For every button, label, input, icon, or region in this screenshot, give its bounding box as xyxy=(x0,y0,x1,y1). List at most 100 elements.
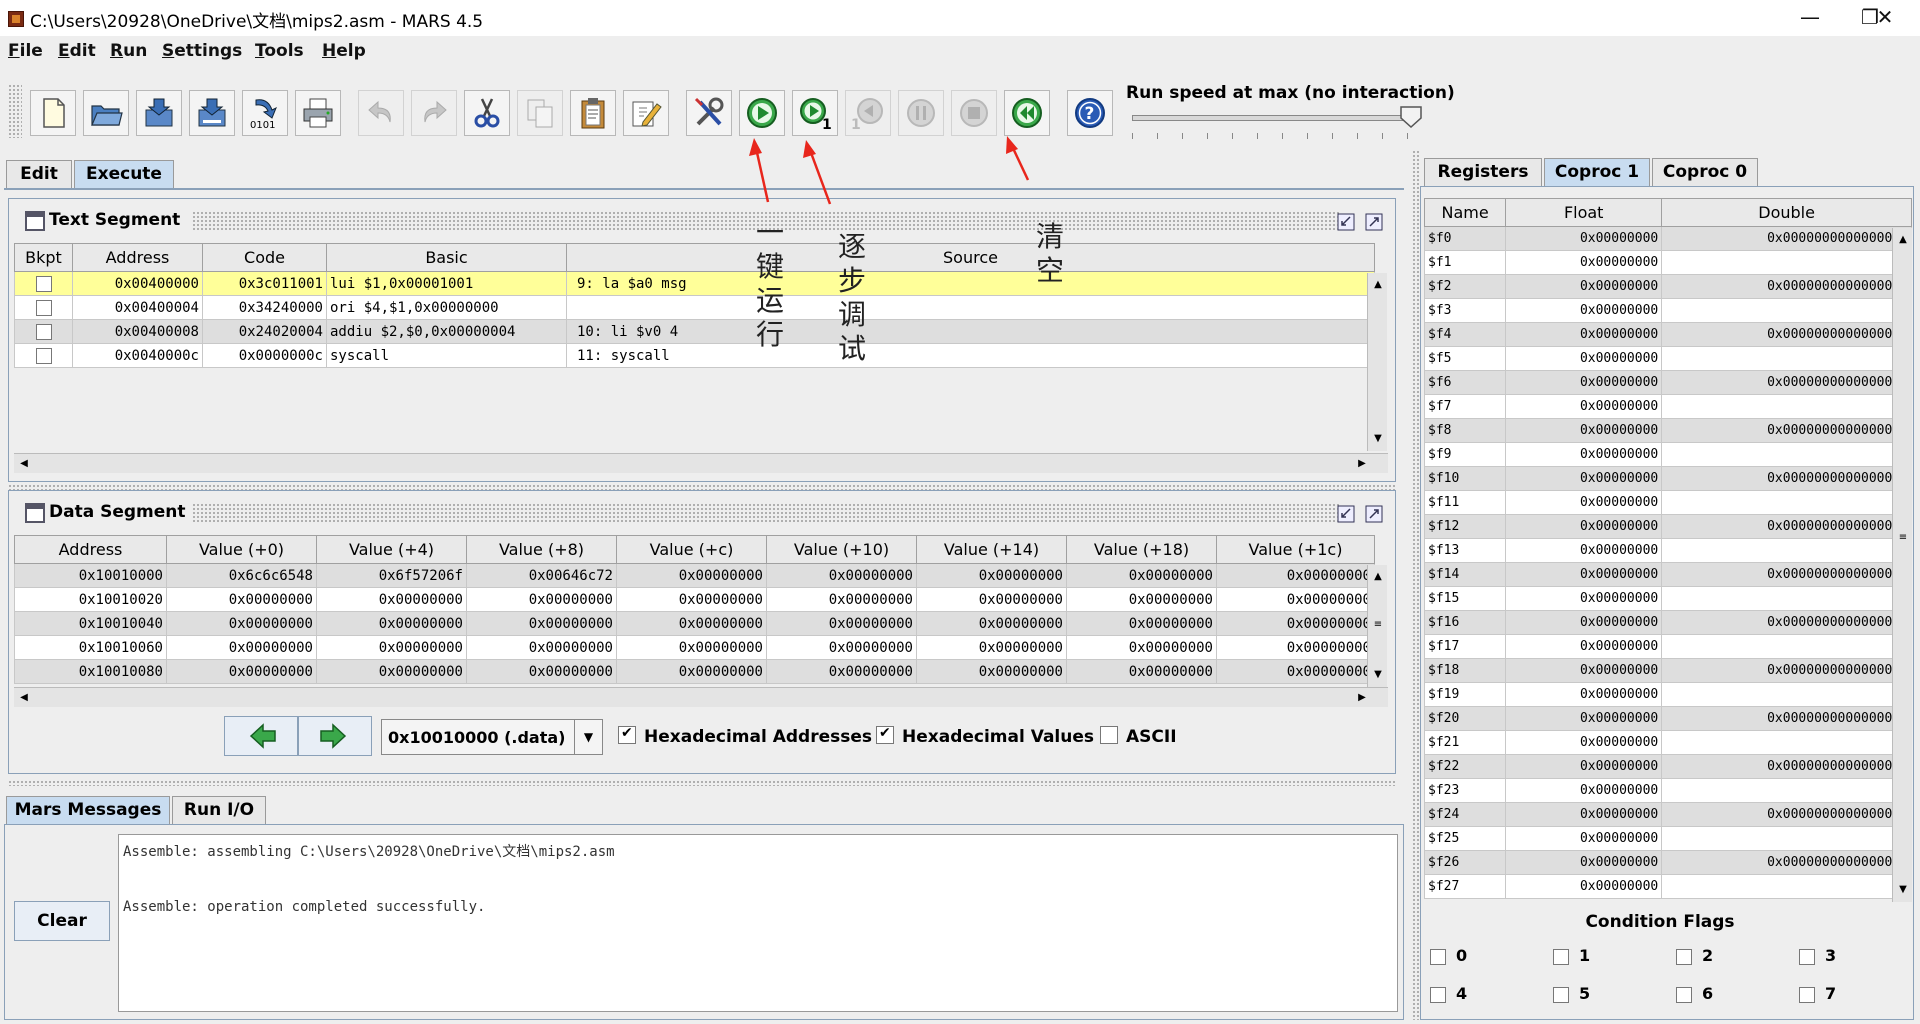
value-cell[interactable]: 0x00000000 xyxy=(316,611,467,636)
table-row[interactable]: $f8 0x00000000 0x0000000000000000 xyxy=(1423,418,1912,443)
vertical-splitter-grip[interactable] xyxy=(1412,150,1420,1020)
value-cell[interactable]: 0x00000000 xyxy=(1066,635,1217,660)
table-row[interactable]: $f11 0x00000000 xyxy=(1423,490,1912,515)
scroll-up-icon[interactable]: ▲ xyxy=(1368,275,1388,295)
save-as-button[interactable] xyxy=(189,90,235,136)
scroll-down-icon[interactable]: ▼ xyxy=(1368,665,1388,685)
undo-button[interactable] xyxy=(358,90,404,136)
chevron-down-icon[interactable]: ▼ xyxy=(574,720,602,754)
maximize-panel-icon[interactable] xyxy=(1365,505,1383,523)
register-float-cell[interactable]: 0x00000000 xyxy=(1505,730,1663,755)
register-double-cell[interactable]: 0x0000000000000000 xyxy=(1661,658,1912,683)
value-cell[interactable]: 0x00000000 xyxy=(166,611,317,636)
register-double-cell[interactable] xyxy=(1661,826,1912,851)
register-float-cell[interactable]: 0x00000000 xyxy=(1505,250,1663,275)
table-row[interactable]: $f4 0x00000000 0x0000000000000000 xyxy=(1423,322,1912,347)
value-cell[interactable]: 0x00000000 xyxy=(1216,635,1375,660)
register-float-cell[interactable]: 0x00000000 xyxy=(1505,490,1663,515)
value-cell[interactable]: 0x00000000 xyxy=(916,659,1067,684)
register-double-cell[interactable]: 0x0000000000000000 xyxy=(1661,226,1912,251)
table-row[interactable]: $f17 0x00000000 xyxy=(1423,634,1912,659)
col-name[interactable]: Name xyxy=(1423,198,1507,227)
toolbar-grip[interactable] xyxy=(8,84,22,138)
value-cell[interactable]: 0x00000000 xyxy=(766,635,917,660)
tab-mars-messages[interactable]: Mars Messages xyxy=(6,796,170,824)
breakpoint-checkbox[interactable] xyxy=(35,275,52,292)
table-row[interactable]: 0x10010020 0x00000000 0x00000000 0x00000000… xyxy=(14,587,1375,612)
value-cell[interactable]: 0x00000000 xyxy=(466,587,617,612)
minimize-panel-icon[interactable] xyxy=(1337,213,1355,231)
assemble-button[interactable] xyxy=(686,90,732,136)
table-row[interactable]: $f27 0x00000000 xyxy=(1423,874,1912,899)
scroll-right-icon[interactable]: ▶ xyxy=(1352,688,1372,708)
register-double-cell[interactable]: 0x0000000000000000 xyxy=(1661,562,1912,587)
table-row[interactable]: $f15 0x00000000 xyxy=(1423,586,1912,611)
value-cell[interactable]: 0x00000000 xyxy=(1066,587,1217,612)
register-double-cell[interactable]: 0x0000000000000000 xyxy=(1661,610,1912,635)
table-row[interactable]: $f16 0x00000000 0x0000000000000000 xyxy=(1423,610,1912,635)
table-row[interactable]: $f1 0x00000000 xyxy=(1423,250,1912,275)
value-cell[interactable]: 0x00000000 xyxy=(166,635,317,660)
value-cell[interactable]: 0x6c6c6548 xyxy=(166,563,317,588)
register-double-cell[interactable]: 0x0000000000000000 xyxy=(1661,514,1912,539)
col-value-1c[interactable]: Value (+1c) xyxy=(1216,535,1375,564)
value-cell[interactable]: 0x00646c72 xyxy=(466,563,617,588)
tab-coproc1[interactable]: Coproc 1 xyxy=(1544,158,1650,186)
register-float-cell[interactable]: 0x00000000 xyxy=(1505,562,1663,587)
run-speed-slider-track[interactable] xyxy=(1132,115,1412,121)
register-double-cell[interactable]: 0x0000000000000000 xyxy=(1661,850,1912,875)
ascii-option[interactable]: ASCII xyxy=(1100,726,1177,747)
hex-values-option[interactable]: Hexadecimal Values xyxy=(876,725,1094,747)
table-row[interactable]: $f20 0x00000000 0x0000000000000000 xyxy=(1423,706,1912,731)
table-row[interactable]: $f9 0x00000000 xyxy=(1423,442,1912,467)
value-cell[interactable]: 0x00000000 xyxy=(766,587,917,612)
register-double-cell[interactable] xyxy=(1661,250,1912,275)
value-cell[interactable]: 0x00000000 xyxy=(916,587,1067,612)
register-float-cell[interactable]: 0x00000000 xyxy=(1505,778,1663,803)
scroll-down-icon[interactable]: ▼ xyxy=(1893,880,1913,900)
value-cell[interactable]: 0x00000000 xyxy=(616,587,767,612)
scroll-grip-icon[interactable]: ≡ xyxy=(1893,528,1913,548)
value-cell[interactable]: 0x00000000 xyxy=(616,635,767,660)
col-address[interactable]: Address xyxy=(72,243,203,272)
register-float-cell[interactable]: 0x00000000 xyxy=(1505,706,1663,731)
condition-flag[interactable]: 3 xyxy=(1799,946,1836,965)
register-double-cell[interactable] xyxy=(1661,634,1912,659)
table-row[interactable]: $f10 0x00000000 0x0000000000000000 xyxy=(1423,466,1912,491)
hex-values-checkbox[interactable] xyxy=(876,725,894,744)
value-cell[interactable]: 0x00000000 xyxy=(1066,611,1217,636)
condition-flag-checkbox[interactable] xyxy=(1799,948,1815,965)
condition-flag-checkbox[interactable] xyxy=(1676,986,1692,1003)
table-row[interactable]: 0x00400008 0x24020004 addiu $2,$0,0x0000… xyxy=(14,319,1375,344)
cut-button[interactable] xyxy=(464,90,510,136)
menu-settings[interactable]: Settings xyxy=(162,41,242,61)
condition-flag-checkbox[interactable] xyxy=(1553,948,1569,965)
menu-edit[interactable]: Edit xyxy=(58,41,96,61)
table-row[interactable]: $f0 0x00000000 0x0000000000000000 xyxy=(1423,226,1912,251)
table-row[interactable]: 0x10010040 0x00000000 0x00000000 0x00000000… xyxy=(14,611,1375,636)
text-segment-vscrollbar[interactable]: ▲ ▼ xyxy=(1367,273,1387,451)
ascii-checkbox[interactable] xyxy=(1100,726,1118,744)
register-double-cell[interactable] xyxy=(1661,538,1912,563)
register-double-cell[interactable]: 0x0000000000000000 xyxy=(1661,322,1912,347)
value-cell[interactable]: 0x00000000 xyxy=(466,635,617,660)
value-cell[interactable]: 0x00000000 xyxy=(166,587,317,612)
value-cell[interactable]: 0x00000000 xyxy=(766,659,917,684)
value-cell[interactable]: 0x00000000 xyxy=(1216,563,1375,588)
breakpoint-checkbox[interactable] xyxy=(35,347,52,364)
scroll-left-icon[interactable]: ◀ xyxy=(14,688,34,708)
value-cell[interactable]: 0x00000000 xyxy=(466,659,617,684)
register-double-cell[interactable] xyxy=(1661,442,1912,467)
value-cell[interactable]: 0x00000000 xyxy=(1216,587,1375,612)
register-double-cell[interactable] xyxy=(1661,874,1912,899)
value-cell[interactable]: 0x00000000 xyxy=(316,635,467,660)
print-button[interactable] xyxy=(295,90,341,136)
col-code[interactable]: Code xyxy=(202,243,327,272)
table-row[interactable]: $f19 0x00000000 xyxy=(1423,682,1912,707)
table-row[interactable]: 0x0040000c 0x0000000c syscall 11: syscal… xyxy=(14,343,1375,368)
tab-edit[interactable]: Edit xyxy=(6,160,72,188)
table-row[interactable]: $f25 0x00000000 xyxy=(1423,826,1912,851)
scroll-up-icon[interactable]: ▲ xyxy=(1368,567,1388,587)
clear-button[interactable]: Clear xyxy=(14,901,110,941)
table-row[interactable]: $f5 0x00000000 xyxy=(1423,346,1912,371)
